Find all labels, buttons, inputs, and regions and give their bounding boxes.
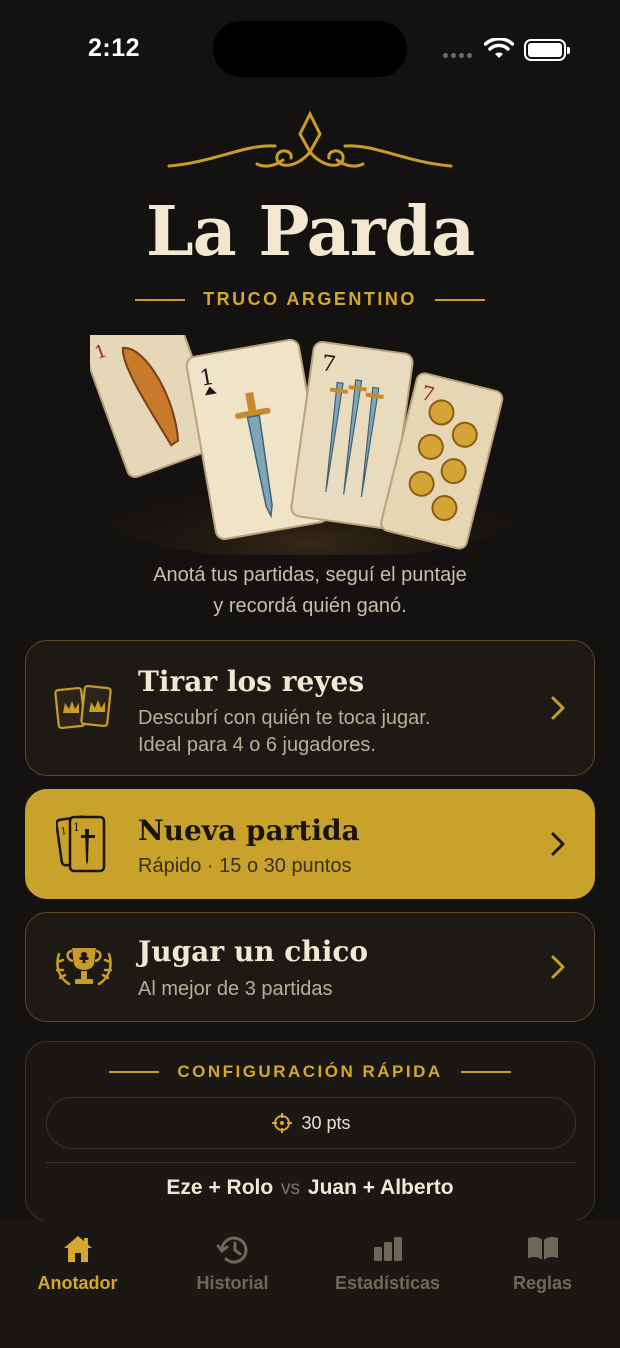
hero-cards-illustration: 1 1 7 7 [90,335,530,555]
divider-line [135,298,186,301]
team-a: Eze + Rolo [166,1176,274,1199]
ornament-icon [167,110,453,168]
card-title: Jugar un chico [138,935,369,968]
nueva-partida-button[interactable]: 1 1 Nueva partida Rápido · 15 o 30 punto… [25,789,595,899]
config-title: CONFIGURACIÓN RÁPIDA [177,1062,443,1081]
chevron-right-icon [551,955,565,979]
quick-config-panel: CONFIGURACIÓN RÁPIDA 30 pts Eze + Rolo v… [25,1041,595,1221]
tab-reglas[interactable]: Reglas [465,1220,620,1310]
card-description: Rápido · 15 o 30 puntos [138,855,352,877]
tab-bar: Anotador Historial Estadísticas Reglas [0,1220,620,1348]
sword-cards-icon: 1 1 [52,812,116,876]
divider [46,1162,576,1163]
tab-label: Estadísticas [334,1273,441,1293]
subtitle-row: TRUCO ARGENTINO [0,289,620,310]
crown-cards-icon [52,676,116,740]
wifi-icon [484,38,514,58]
chevron-right-icon [551,832,565,856]
divider-line [109,1071,160,1073]
bar-chart-icon [373,1237,402,1261]
signal-icon [443,52,475,60]
points-selector[interactable]: 30 pts [46,1097,576,1149]
card-description: Al mejor de 3 partidas [138,978,333,1000]
card-title: Tirar los reyes [138,665,365,698]
svg-text:1: 1 [73,821,80,834]
points-value: 30 pts [301,1112,351,1133]
app-title: La Parda [145,192,475,272]
tagline-line-2: y recordá quién ganó. [213,595,407,617]
tagline-line-1: Anotá tus partidas, seguí el puntaje [153,564,467,586]
tirar-reyes-button[interactable]: Tirar los reyes Descubrí con quién te to… [25,640,595,776]
clock: 2:12 [88,34,141,62]
status-bar: 2:12 [0,0,620,100]
app-subtitle: TRUCO ARGENTINO [203,289,417,309]
teams-selector[interactable]: Eze + Rolo vs Juan + Alberto [26,1176,594,1200]
jugar-chico-button[interactable]: Jugar un chico Al mejor de 3 partidas [25,912,595,1022]
tab-anotador[interactable]: Anotador [0,1220,155,1310]
divider-line [434,298,485,301]
chevron-right-icon [551,696,565,720]
description-line-1: Descubrí con quién te toca jugar. [138,707,431,729]
tab-estadisticas[interactable]: Estadísticas [310,1220,465,1310]
history-icon [216,1236,247,1264]
team-b: Juan + Alberto [307,1176,454,1199]
target-icon [272,1113,293,1133]
vs-label: vs [281,1178,301,1199]
tab-label: Historial [196,1273,269,1293]
battery-icon [524,39,570,61]
card-description: Descubrí con quién te toca jugar. Ideal … [138,705,430,759]
card-title: Nueva partida [138,814,360,847]
config-header: CONFIGURACIÓN RÁPIDA [26,1062,594,1082]
tab-label: Anotador [37,1273,118,1293]
description-line-2: Ideal para 4 o 6 jugadores. [138,734,376,756]
book-icon [527,1236,558,1260]
dynamic-island [213,21,407,77]
tab-historial[interactable]: Historial [155,1220,310,1310]
svg-text:1: 1 [60,826,68,838]
divider-line [460,1071,511,1073]
tab-label: Reglas [512,1273,573,1293]
tagline: Anotá tus partidas, seguí el puntaje y r… [0,560,620,622]
trophy-icon [52,935,116,999]
home-icon [63,1236,92,1262]
